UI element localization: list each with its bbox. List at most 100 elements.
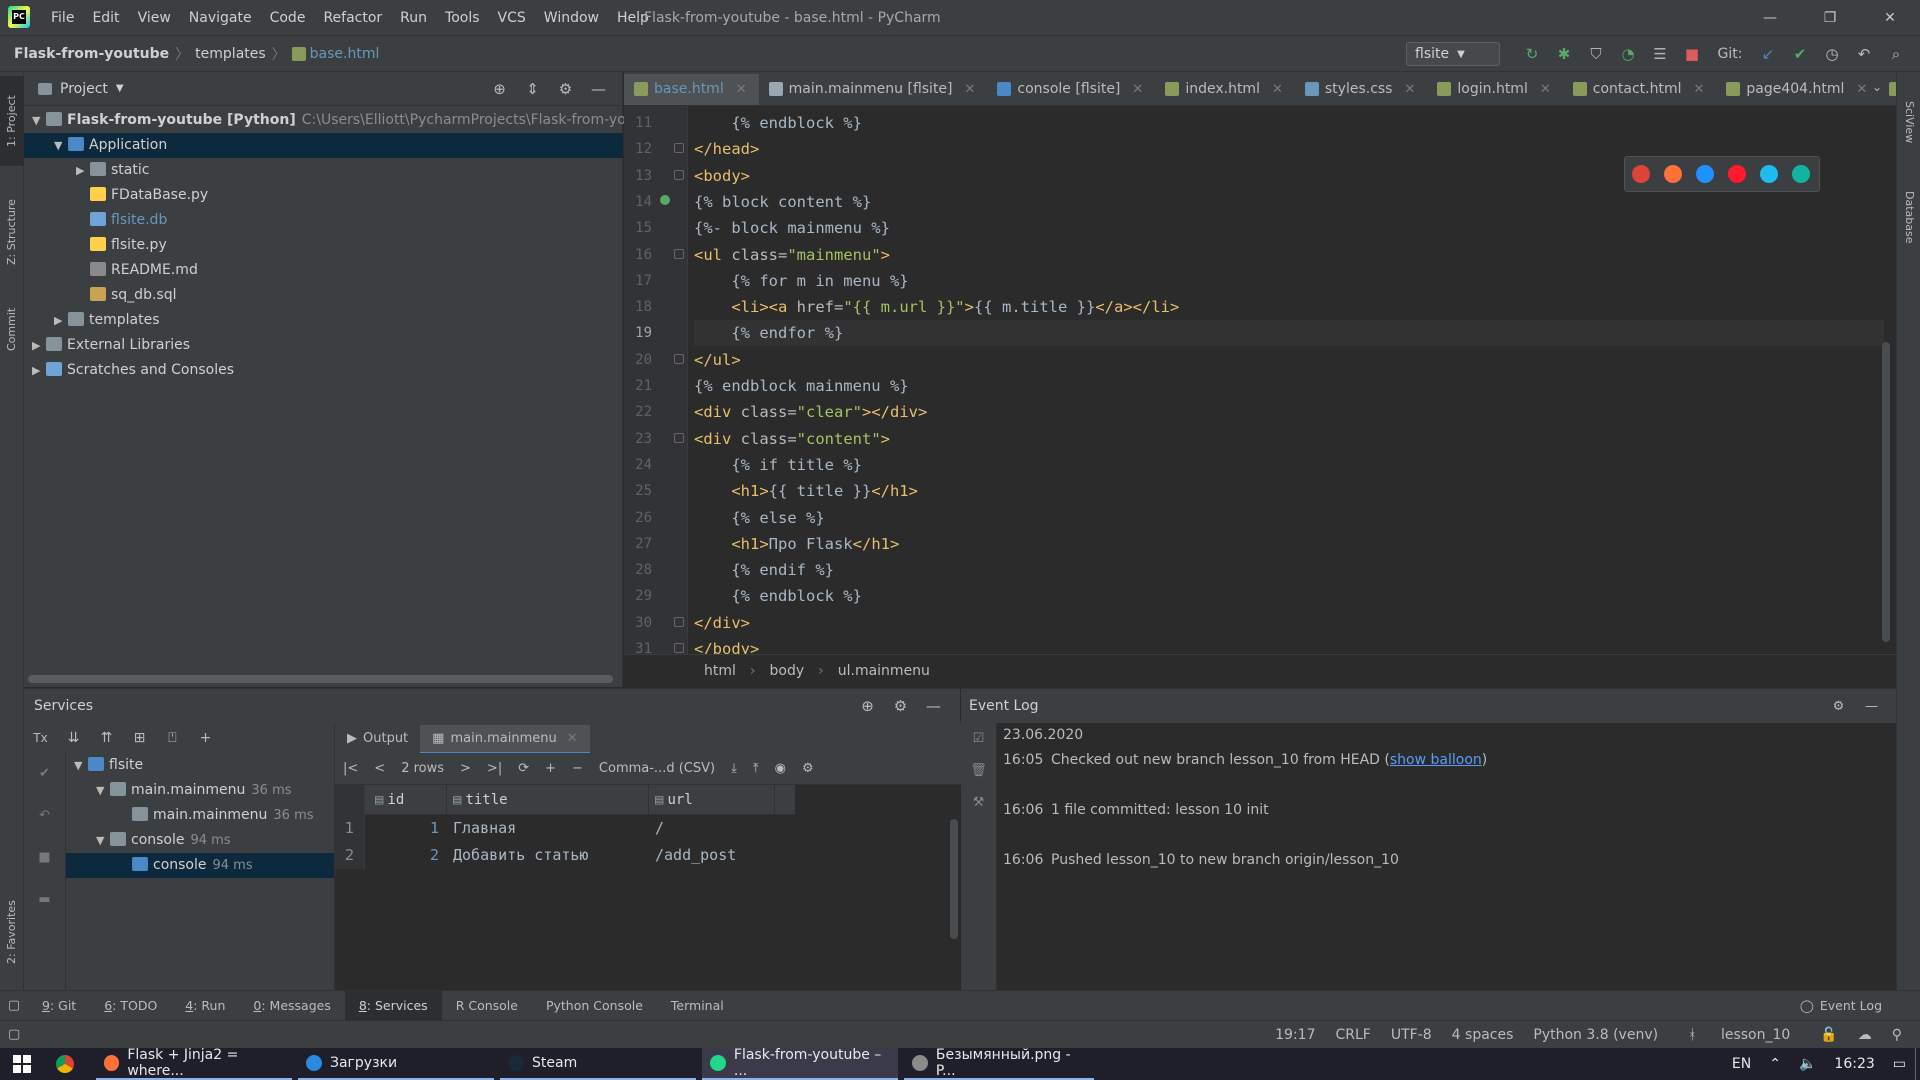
editor-tab[interactable]: main.mainmenu [flsite] ✕ (759, 72, 988, 105)
editor-tab[interactable]: index.html ✕ (1155, 72, 1295, 105)
code-line[interactable]: {% block content %} (694, 189, 1884, 215)
show-desktop-button[interactable] (1915, 1048, 1920, 1080)
editor-breadcrumb-item[interactable]: ul.mainmenu (838, 663, 930, 679)
expanded-arrow-icon[interactable]: ▼ (96, 828, 110, 853)
fold-marker-icon[interactable] (674, 432, 684, 443)
code-line[interactable]: </body> (694, 636, 1884, 654)
code-line[interactable]: {% if title %} (694, 452, 1884, 478)
tree-item[interactable]: ▼ Flask-from-youtube [Python] C:\Users\Ell… (24, 108, 667, 133)
fold-marker-icon[interactable] (674, 143, 684, 154)
format-select[interactable]: Comma-...d (CSV) (591, 761, 723, 776)
horizontal-scrollbar[interactable] (28, 675, 613, 683)
tool-window-button[interactable]: 9: Git (28, 991, 90, 1021)
expanded-arrow-icon[interactable]: ▼ (32, 108, 46, 133)
table-row[interactable]: 2 2 Добавить статью/add_post (335, 842, 795, 869)
menu-run[interactable]: Run (391, 0, 436, 36)
tree-item[interactable]: flsite.db (24, 208, 623, 233)
taskbar-item[interactable]: Загрузки (298, 1048, 494, 1080)
close-icon[interactable]: ✕ (736, 82, 747, 97)
code-line[interactable]: <h1>{{ title }}</h1> (694, 478, 1884, 504)
safari-browser-icon[interactable] (1689, 156, 1721, 192)
input-language[interactable]: EN (1723, 1056, 1760, 1072)
column-header[interactable]: ▤ url (649, 785, 775, 814)
tree-item[interactable]: ▼ Application (24, 133, 623, 158)
expanded-arrow-icon[interactable]: ▼ (54, 133, 68, 158)
fold-marker-icon[interactable] (674, 248, 684, 259)
vertical-scrollbar[interactable] (950, 819, 958, 939)
first-page-icon[interactable]: |< (335, 761, 366, 776)
gear-icon[interactable]: ⚙ (1822, 699, 1855, 714)
menu-refactor[interactable]: Refactor (314, 0, 391, 36)
hide-icon[interactable]: — (582, 80, 615, 98)
close-icon[interactable]: ✕ (1272, 82, 1283, 97)
debug-icon[interactable]: ✱ (1548, 36, 1580, 72)
service-tree-item[interactable]: console 94 ms (66, 853, 356, 878)
editor-tab[interactable]: styles.css ✕ (1295, 72, 1428, 105)
breadcrumb-file[interactable]: base.html (310, 46, 380, 62)
code-line[interactable]: </div> (694, 610, 1884, 636)
tool-window-button[interactable]: 0: Messages (239, 991, 344, 1021)
hide-icon[interactable]: — (917, 697, 950, 715)
tool-window-button[interactable]: 8: Services (344, 990, 442, 1021)
tool-tab-structure[interactable]: Z: Structure (0, 182, 24, 282)
opera-browser-icon[interactable] (1721, 156, 1753, 192)
code-line[interactable]: <div class="clear"></div> (694, 399, 1884, 425)
tree-item[interactable]: sq_db.sql (24, 283, 623, 308)
expanded-arrow-icon[interactable]: ▼ (74, 753, 88, 778)
close-icon[interactable]: ✕ (1540, 82, 1551, 97)
tree-item[interactable]: ▶ External Libraries (24, 333, 623, 358)
taskbar-item[interactable]: Flask + Jinja2 = where... (96, 1047, 292, 1080)
close-icon[interactable]: ✕ (1404, 82, 1415, 97)
bookmark-icon[interactable] (660, 194, 670, 205)
run-configuration-select[interactable]: flsite ▼ (1406, 42, 1500, 66)
start-button[interactable] (0, 1048, 44, 1080)
menu-code[interactable]: Code (261, 0, 315, 36)
build-icon[interactable]: ☰ (1644, 36, 1676, 72)
service-tree-item[interactable]: ▼ console 94 ms (66, 828, 356, 853)
tree-item[interactable]: README.md (24, 258, 623, 283)
editor-tab[interactable]: console [flsite] ✕ (987, 72, 1155, 105)
history-icon[interactable]: ◷ (1816, 36, 1848, 72)
profile-icon[interactable]: ◔ (1612, 36, 1644, 72)
last-page-icon[interactable]: >| (479, 761, 510, 776)
services-tab[interactable]: ▶ Output (335, 723, 420, 753)
tool-tab-commit[interactable]: Commit (0, 294, 24, 364)
transaction-icon[interactable]: Tx (24, 731, 57, 745)
git-commit-icon[interactable]: ✔ (1784, 36, 1816, 72)
code-line[interactable]: {% endblock %} (694, 110, 1884, 136)
cell-id[interactable]: 1 (365, 815, 447, 842)
code-line[interactable]: {% else %} (694, 505, 1884, 531)
firefox-browser-icon[interactable] (1657, 156, 1689, 192)
service-tree-item[interactable]: ▼ main.mainmenu 36 ms (66, 778, 356, 803)
tabs-overflow-chevron-icon[interactable]: ⌄ (1872, 80, 1882, 94)
minimize-button[interactable]: — (1740, 0, 1800, 36)
menu-window[interactable]: Window (535, 0, 608, 36)
stop-icon[interactable]: ■ (1676, 36, 1708, 72)
collapsed-arrow-icon[interactable]: ▶ (32, 333, 46, 358)
event-icon[interactable]: ☁ (1848, 1027, 1882, 1043)
python-interpreter[interactable]: Python 3.8 (venv) (1523, 1027, 1668, 1043)
lock-icon[interactable]: 🔓 (1810, 1027, 1847, 1043)
breadcrumb-folder[interactable]: templates (195, 46, 266, 62)
cell-title[interactable]: Добавить статью (447, 842, 649, 869)
close-icon[interactable]: ✕ (1693, 82, 1704, 97)
code-line[interactable]: {% endblock mainmenu %} (694, 373, 1884, 399)
code-line[interactable]: <h1>Про Flask</h1> (694, 531, 1884, 557)
code-line[interactable]: </ul> (694, 347, 1884, 373)
rollback-icon[interactable]: ↶ (24, 795, 65, 837)
layout-icon[interactable]: ▢ (0, 998, 28, 1013)
service-tree-item[interactable]: ▼ flsite (66, 753, 356, 778)
collapsed-arrow-icon[interactable]: ▶ (54, 308, 68, 333)
editor-tab[interactable]: login.html ✕ (1427, 72, 1562, 105)
code-line[interactable]: {%- block mainmenu %} (694, 215, 1884, 241)
trash-icon[interactable]: 🗑 (961, 755, 996, 787)
indent-setting[interactable]: 4 spaces (1442, 1027, 1524, 1043)
add-icon[interactable]: + (189, 730, 222, 746)
notifications-icon[interactable]: ▭ (1884, 1056, 1915, 1072)
fold-marker-icon[interactable] (674, 616, 684, 627)
mark-read-icon[interactable]: ☑ (961, 723, 996, 755)
taskbar-item[interactable]: Flask-from-youtube – ... (702, 1047, 898, 1080)
service-tree-item[interactable]: main.mainmenu 36 ms (66, 803, 356, 828)
tree-item[interactable]: flsite.py (24, 233, 623, 258)
editor-breadcrumb-item[interactable]: html (704, 663, 736, 679)
